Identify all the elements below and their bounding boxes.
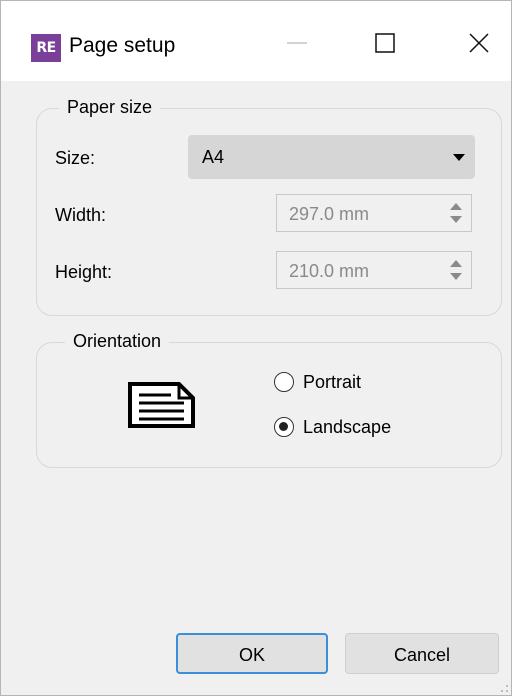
page-setup-dialog: RE Page setup Paper size Size: A4 Width:… (0, 0, 512, 696)
title-bar: RE Page setup (1, 1, 511, 81)
cancel-button[interactable]: Cancel (345, 633, 499, 674)
landscape-label[interactable]: Landscape (303, 416, 391, 438)
window-title: Page setup (69, 34, 176, 57)
app-icon: RE (31, 34, 61, 62)
close-icon (469, 33, 489, 53)
minimize-icon (287, 42, 307, 44)
portrait-radio[interactable] (274, 372, 294, 392)
size-dropdown[interactable]: A4 (188, 135, 475, 179)
spin-up-icon[interactable] (450, 203, 462, 210)
spin-up-icon[interactable] (450, 260, 462, 267)
close-button[interactable] (451, 21, 507, 65)
height-spinbox[interactable]: 210.0 mm (276, 251, 472, 289)
landscape-option[interactable]: Landscape (274, 414, 391, 440)
orientation-group (36, 342, 502, 468)
height-spin-arrows[interactable] (441, 252, 471, 288)
paper-size-legend: Paper size (59, 96, 161, 118)
landscape-radio[interactable] (274, 417, 294, 437)
height-value: 210.0 mm (289, 261, 370, 281)
orientation-legend: Orientation (65, 330, 170, 352)
maximize-button[interactable] (357, 21, 413, 65)
spin-down-icon[interactable] (450, 216, 462, 223)
landscape-page-icon (128, 382, 195, 428)
size-dropdown-value: A4 (202, 147, 225, 167)
width-label: Width: (55, 205, 107, 225)
height-label: Height: (55, 262, 113, 282)
width-spin-arrows[interactable] (441, 195, 471, 231)
width-spinbox[interactable]: 297.0 mm (276, 194, 472, 232)
ok-button[interactable]: OK (176, 633, 328, 674)
portrait-option[interactable]: Portrait (274, 369, 361, 395)
chevron-down-icon (453, 154, 465, 161)
width-value: 297.0 mm (289, 204, 370, 224)
spin-down-icon[interactable] (450, 273, 462, 280)
resize-grip-icon[interactable] (499, 683, 509, 693)
minimize-button[interactable] (269, 21, 325, 65)
maximize-icon (375, 33, 395, 53)
portrait-label[interactable]: Portrait (303, 371, 361, 393)
size-label: Size: (55, 148, 96, 168)
